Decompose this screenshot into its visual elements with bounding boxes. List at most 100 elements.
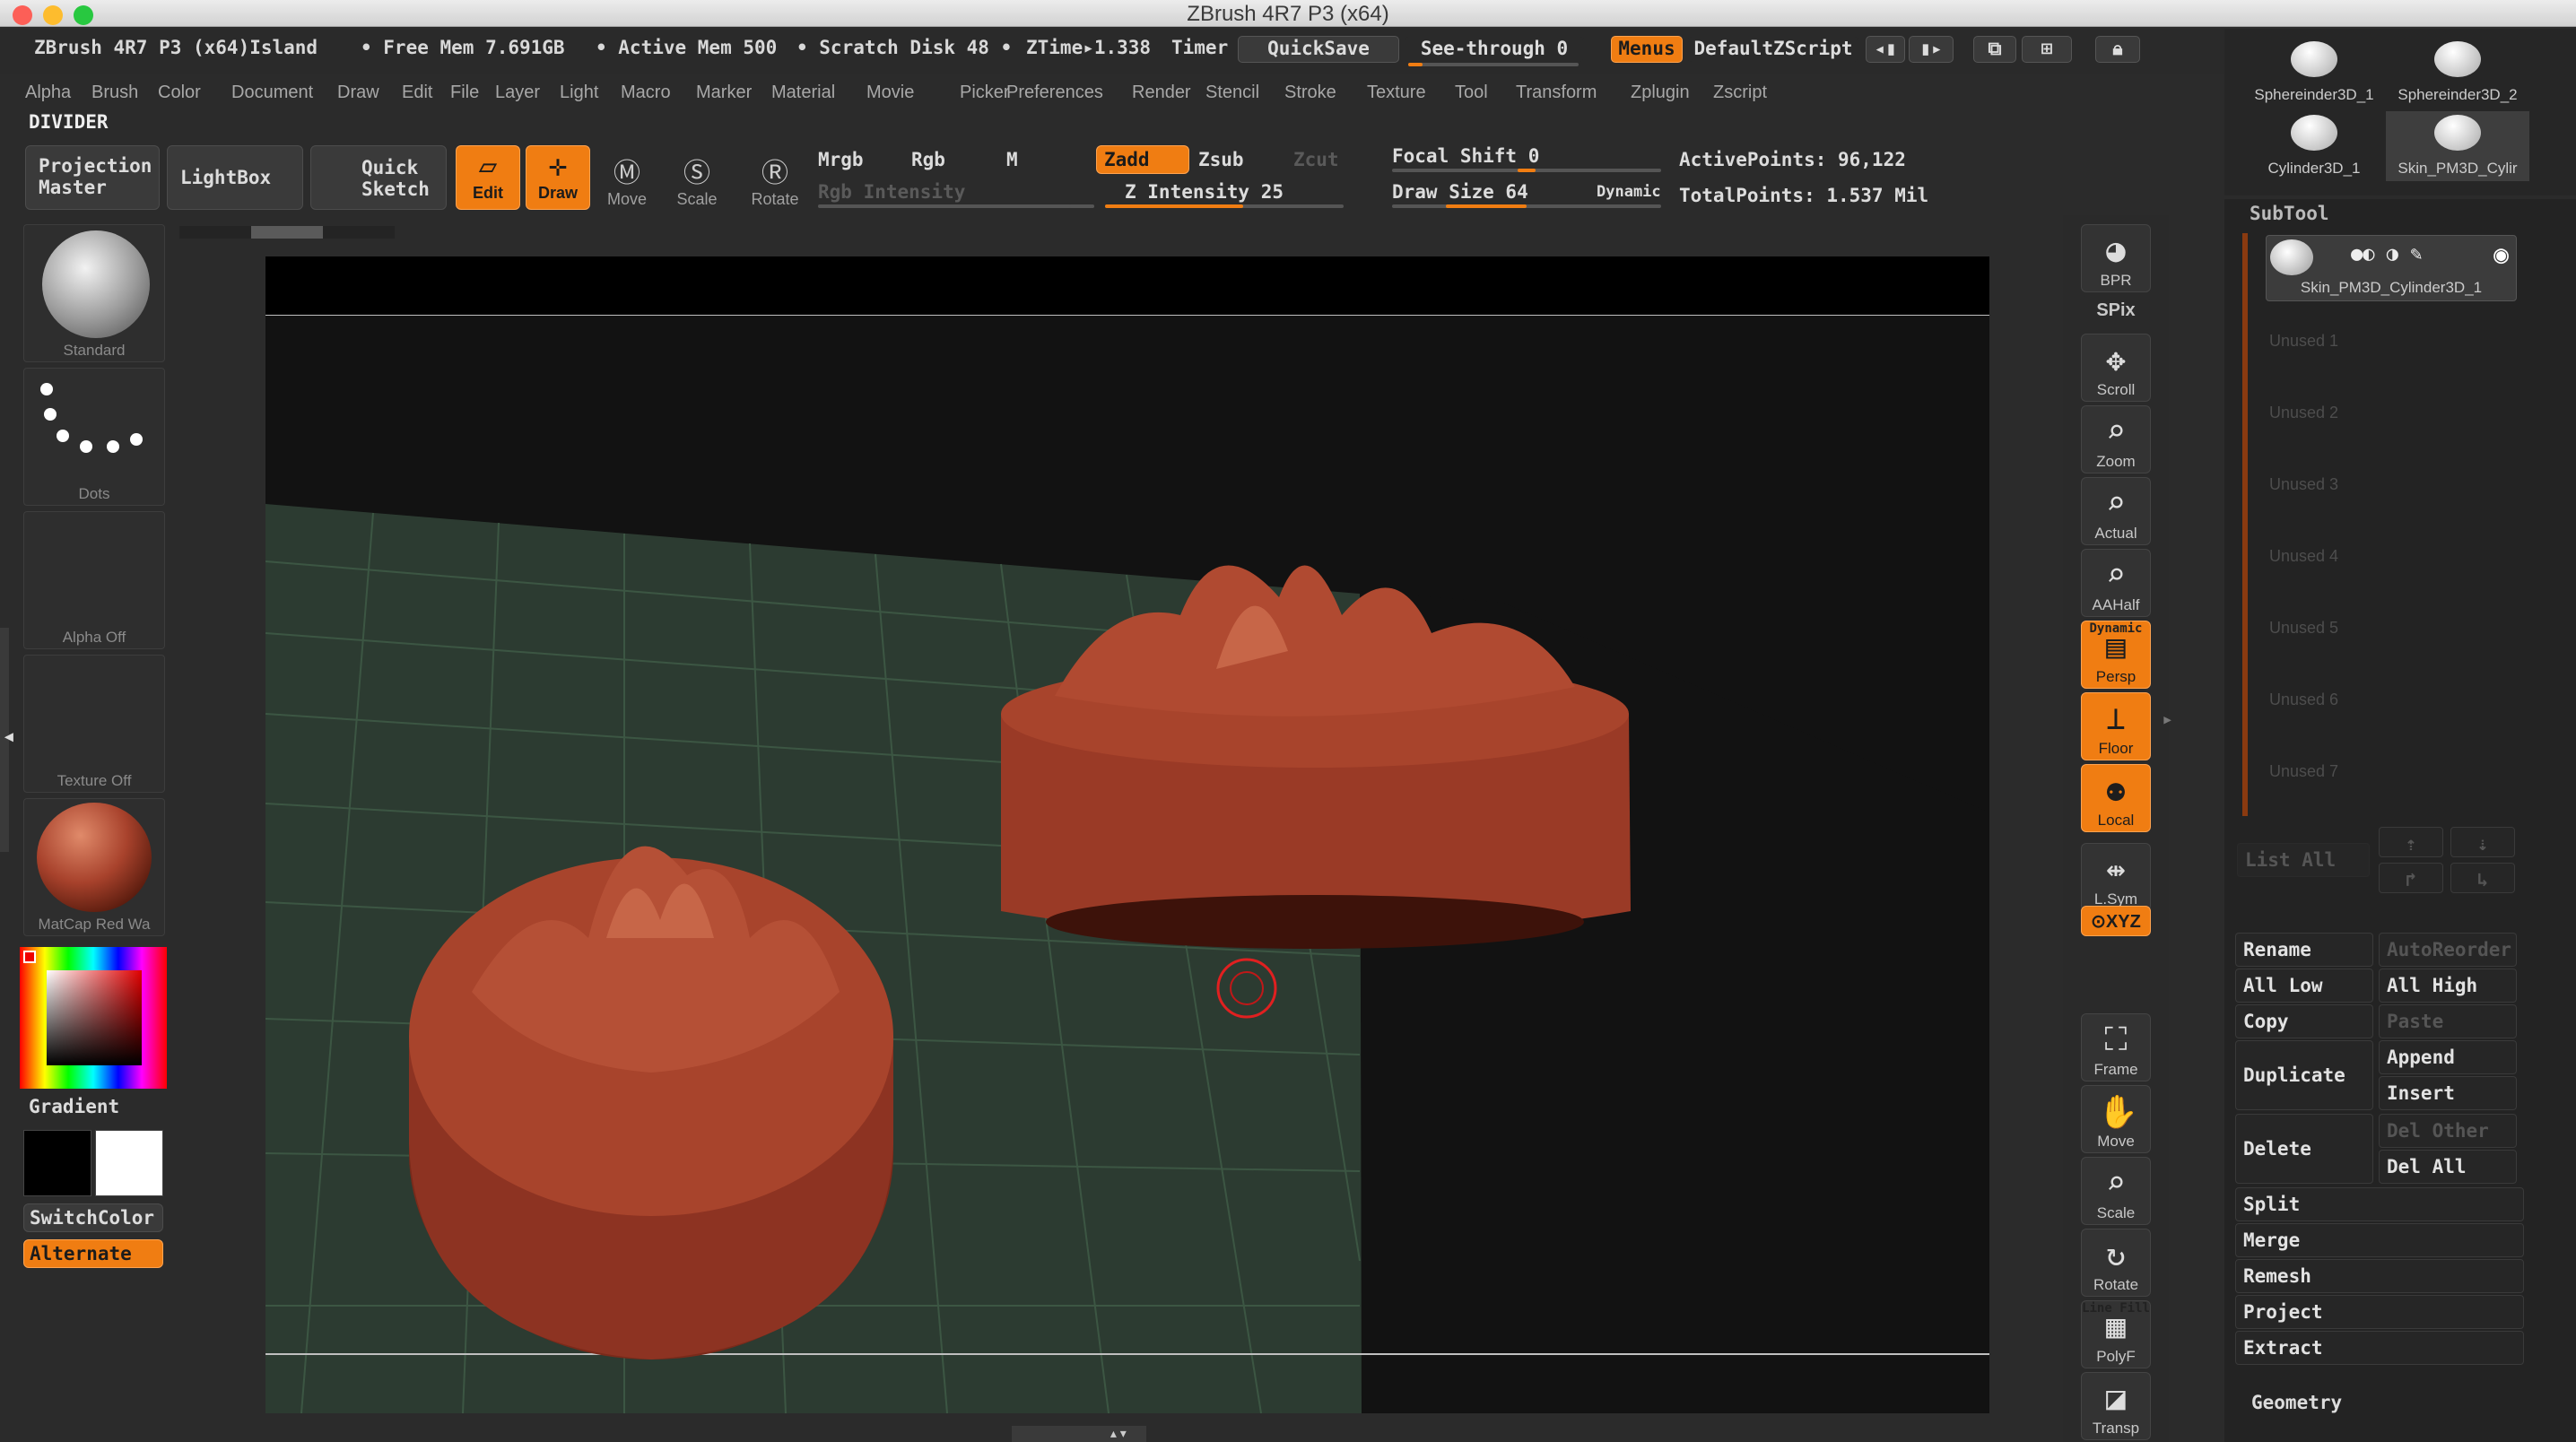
tray-left-icon[interactable]: ◂▮ [1866, 36, 1905, 63]
rgb-button[interactable]: Rgb [911, 149, 945, 170]
copy-button[interactable]: Copy [2235, 1004, 2373, 1038]
texture-selector[interactable]: Texture Off [23, 655, 165, 793]
lock-icon[interactable]: 🔒︎ [2095, 36, 2140, 63]
color-picker[interactable] [20, 947, 167, 1089]
subtool-unused-slot[interactable]: Unused 1 [2269, 332, 2338, 351]
remesh-button[interactable]: Remesh [2235, 1259, 2524, 1293]
polyf-button[interactable]: ▦ Line Fill PolyF [2081, 1300, 2151, 1368]
menu-preferences[interactable]: Preferences [1006, 83, 1103, 103]
zadd-button[interactable]: Zadd [1096, 145, 1189, 174]
aahalf-button[interactable]: ⌕ AAHalf [2081, 549, 2151, 617]
all-low-button[interactable]: All Low [2235, 969, 2373, 1003]
rename-button[interactable]: Rename [2235, 933, 2373, 967]
menu-texture[interactable]: Texture [1367, 83, 1426, 103]
draw-button[interactable]: ✛ Draw [526, 145, 590, 210]
dynamic-toggle[interactable]: Dynamic [1597, 183, 1661, 201]
persp-button[interactable]: ▤ Dynamic Persp [2081, 621, 2151, 689]
edit-button[interactable]: ▱ Edit [456, 145, 520, 210]
scroll-button[interactable]: ✥ Scroll [2081, 334, 2151, 402]
subtool-scrollbar[interactable] [2242, 233, 2248, 816]
autoreorder-button[interactable]: AutoReorder [2379, 933, 2517, 967]
subtool-unused-slot[interactable]: Unused 5 [2269, 619, 2338, 638]
stroke-selector[interactable]: Dots [23, 368, 165, 506]
color-square[interactable] [47, 970, 142, 1065]
sculpt-model-left[interactable] [409, 846, 893, 1359]
all-high-button[interactable]: All High [2379, 969, 2517, 1003]
frame-button[interactable]: ⛶ Frame [2081, 1013, 2151, 1082]
paste-button[interactable]: Paste [2379, 1004, 2517, 1038]
menu-stroke[interactable]: Stroke [1284, 83, 1336, 103]
duplicate-button[interactable]: Duplicate [2235, 1040, 2373, 1110]
menu-edit[interactable]: Edit [402, 83, 432, 103]
z-intensity-slider[interactable]: Z Intensity 25 [1125, 181, 1284, 203]
subtool-unused-slot[interactable]: Unused 4 [2269, 547, 2338, 566]
gradient-label[interactable]: Gradient [29, 1096, 119, 1117]
menu-zplugin[interactable]: Zplugin [1631, 83, 1690, 103]
material-selector[interactable]: MatCap Red Wa [23, 798, 165, 936]
floor-button[interactable]: ⊥ Floor [2081, 692, 2151, 760]
menu-document[interactable]: Document [231, 83, 313, 103]
menu-picker[interactable]: Picker [960, 83, 1010, 103]
extract-button[interactable]: Extract [2235, 1331, 2524, 1365]
projection-master-button[interactable]: Projection Master [25, 145, 160, 210]
draw-size-slider[interactable]: Draw Size 64 [1392, 181, 1528, 203]
menu-brush[interactable]: Brush [91, 83, 138, 103]
canvas[interactable] [265, 256, 1989, 1413]
tray-right-icon[interactable]: ▮▸ [1909, 36, 1954, 63]
tool-thumb-2[interactable]: Sphereinder3D_2 [2386, 38, 2529, 108]
lightbox-button[interactable]: LightBox [167, 145, 303, 210]
insert-button[interactable]: Insert [2379, 1076, 2517, 1110]
quicksave-button[interactable]: QuickSave [1238, 36, 1399, 63]
menu-layer[interactable]: Layer [495, 83, 540, 103]
delete-button[interactable]: Delete [2235, 1114, 2373, 1184]
menu-zscript[interactable]: Zscript [1713, 83, 1767, 103]
zcut-button[interactable]: Zcut [1293, 149, 1339, 170]
layout-icon[interactable]: ⧉ [1973, 36, 2016, 63]
see-through-slider[interactable]: See-through 0 [1405, 36, 1584, 63]
xyz-button[interactable]: ⊙XYZ [2081, 906, 2151, 936]
zoom-button[interactable]: ⌕ Zoom [2081, 405, 2151, 473]
subtool-unused-slot[interactable]: Unused 7 [2269, 762, 2338, 781]
menu-stencil[interactable]: Stencil [1205, 83, 1259, 103]
geometry-header[interactable]: Geometry [2251, 1392, 2342, 1413]
project-button[interactable]: Project [2235, 1295, 2524, 1329]
move-button[interactable]: ✋ Move [2081, 1085, 2151, 1153]
chevron-left-icon[interactable]: ◂ [2, 723, 16, 750]
tool-thumb-1[interactable]: Sphereinder3D_1 [2242, 38, 2386, 108]
canvas-scrollbar[interactable] [179, 226, 395, 239]
arrow-forward-icon[interactable]: ↳ [2450, 863, 2515, 893]
rgb-intensity-slider[interactable]: Rgb Intensity [818, 181, 965, 203]
merge-button[interactable]: Merge [2235, 1223, 2524, 1257]
del-all-button[interactable]: Del All [2379, 1150, 2517, 1184]
visibility-icon[interactable]: ●◐ ◑ ✎ [2351, 243, 2422, 265]
bpr-button[interactable]: ◕ BPR [2081, 224, 2151, 292]
main-color-swatch[interactable] [95, 1130, 163, 1196]
actual-button[interactable]: ⌕ Actual [2081, 477, 2151, 545]
chevron-right-icon[interactable]: ▸ [2162, 708, 2173, 731]
eye-icon[interactable]: ◉ [2493, 239, 2509, 269]
menu-transform[interactable]: Transform [1516, 83, 1597, 103]
subtool-unused-slot[interactable]: Unused 3 [2269, 475, 2338, 494]
rotate-tool[interactable]: Ⓡ Rotate [741, 151, 809, 209]
menu-light[interactable]: Light [560, 83, 598, 103]
transp-button[interactable]: ◪ Transp [2081, 1372, 2151, 1440]
focal-shift-slider[interactable]: Focal Shift 0 [1392, 145, 1539, 167]
menu-macro[interactable]: Macro [621, 83, 671, 103]
split-button[interactable]: Split [2235, 1187, 2524, 1221]
subtool-unused-slot[interactable]: Unused 6 [2269, 691, 2338, 709]
mrgb-button[interactable]: Mrgb [818, 149, 864, 170]
tool-thumb-4[interactable]: Skin_PM3D_Cylir [2386, 111, 2529, 181]
m-button[interactable]: M [1006, 149, 1018, 170]
arrow-redo-icon[interactable]: ↱ [2379, 863, 2443, 893]
menu-render[interactable]: Render [1132, 83, 1191, 103]
layout-2-icon[interactable]: ⊞ [2022, 36, 2072, 63]
list-all-button[interactable]: List All [2237, 843, 2370, 877]
local-button[interactable]: ⚉ Local [2081, 764, 2151, 832]
secondary-color-swatch[interactable] [23, 1130, 91, 1196]
menu-material[interactable]: Material [771, 83, 835, 103]
menu-movie[interactable]: Movie [866, 83, 914, 103]
scale-tool[interactable]: Ⓢ Scale [666, 151, 728, 209]
rotate-button[interactable]: ↻ Rotate [2081, 1229, 2151, 1297]
menu-alpha[interactable]: Alpha [25, 83, 71, 103]
alpha-selector[interactable]: Alpha Off [23, 511, 165, 649]
